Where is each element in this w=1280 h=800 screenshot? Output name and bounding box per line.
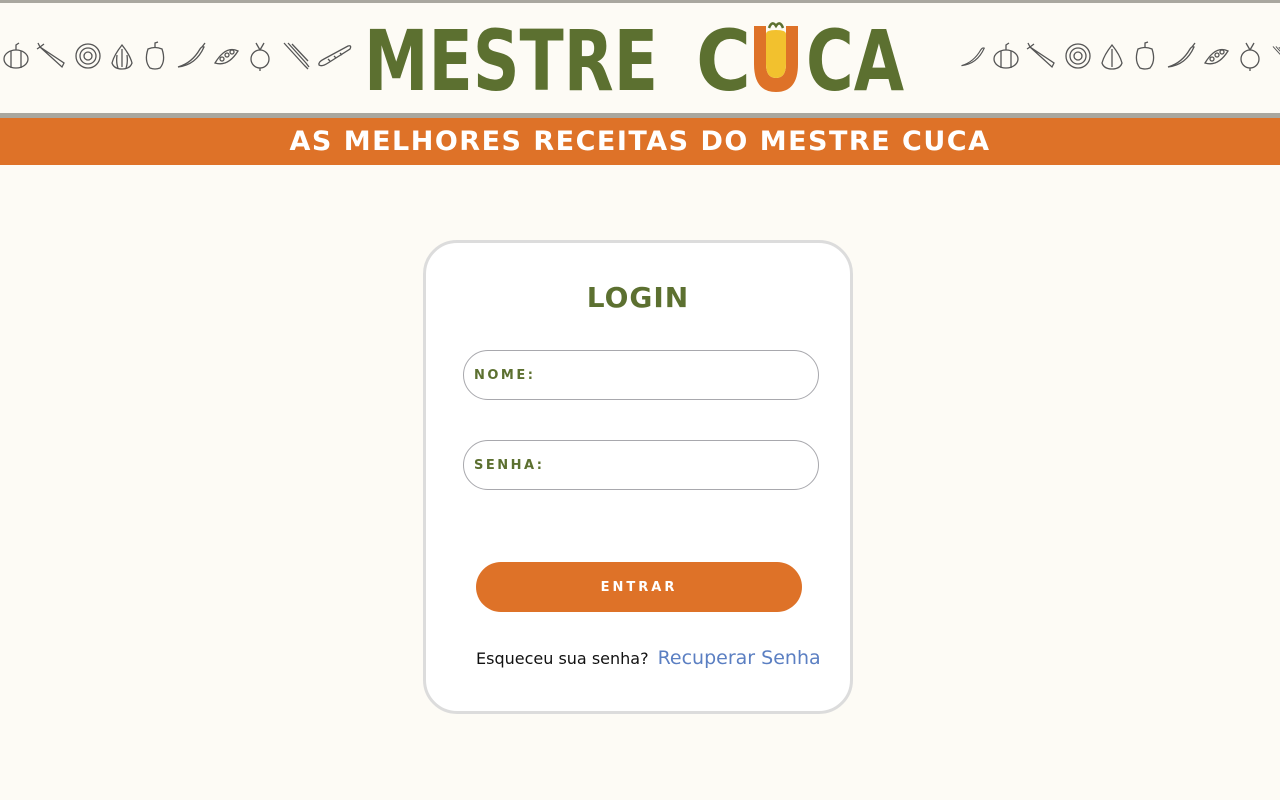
scallion-icon [1270, 41, 1280, 71]
radish-icon [1236, 41, 1264, 71]
logo-letter-c: C [696, 16, 751, 96]
password-label: SENHA: [474, 457, 545, 473]
tagline-text: AS MELHORES RECEITAS DO MESTRE CUCA [289, 126, 991, 157]
name-field[interactable]: NOME: [463, 350, 819, 400]
name-label: NOME: [474, 367, 536, 383]
peas-icon [1202, 41, 1230, 71]
onion-icon [74, 41, 102, 71]
mestre-cuca-logo[interactable]: MESTRE C CA [364, 16, 904, 96]
pumpkin-icon [992, 41, 1020, 71]
name-input[interactable] [543, 350, 800, 400]
password-field[interactable]: SENHA: [463, 440, 819, 490]
radish-icon [246, 41, 274, 71]
recover-password-row: Esqueceu sua senha? Recuperar Senha [476, 647, 821, 669]
scallion-icon [280, 41, 310, 71]
recover-password-link[interactable]: Recuperar Senha [658, 647, 821, 669]
chili-icon [1164, 41, 1196, 71]
login-title: LOGIN [586, 281, 690, 314]
logo-word-mestre: MESTRE [364, 16, 658, 96]
carrot-icon [36, 41, 68, 71]
chili-icon [174, 41, 206, 71]
login-form: LOGIN NOME: SENHA: ENTRAR Esqueceu sua s… [423, 240, 853, 714]
logo-word-ca: CA [806, 16, 904, 96]
site-header: MESTRE C CA [0, 3, 1280, 113]
enter-button[interactable]: ENTRAR [476, 562, 802, 612]
tagline-banner: AS MELHORES RECEITAS DO MESTRE CUCA [0, 118, 1280, 165]
peas-icon [212, 41, 240, 71]
carrot-icon [1026, 41, 1058, 71]
garlic-icon [1098, 41, 1126, 71]
pepper-icon [142, 41, 168, 71]
garlic-icon [108, 41, 136, 71]
password-input[interactable] [552, 440, 800, 490]
logo-letter-u [754, 22, 798, 92]
forgot-password-text: Esqueceu sua senha? [476, 649, 649, 668]
vegetable-decoration-right [958, 41, 1280, 71]
onion-icon [1064, 41, 1092, 71]
cucumber-icon [316, 41, 354, 71]
chili-icon [958, 41, 986, 71]
pepper-icon [1132, 41, 1158, 71]
pumpkin-icon [2, 41, 30, 71]
vegetable-decoration-left [2, 41, 354, 71]
